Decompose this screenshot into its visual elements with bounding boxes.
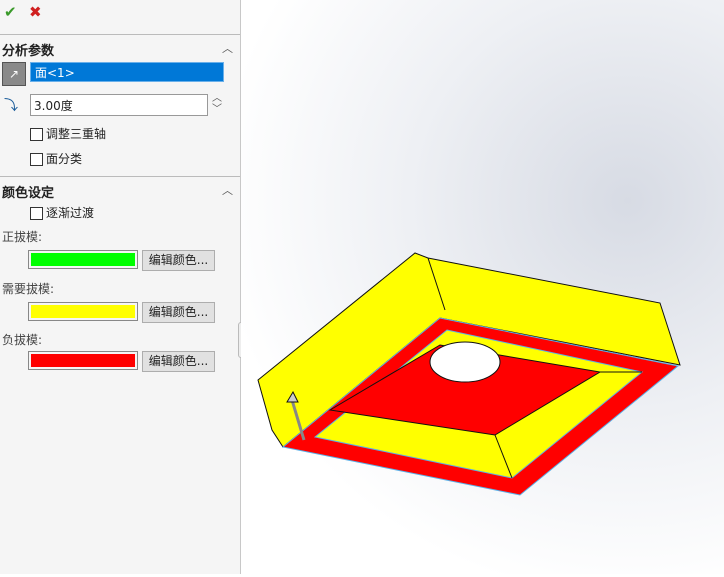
- analysis-section-title: 分析参数: [2, 44, 55, 59]
- angle-input[interactable]: 3.00度: [30, 94, 208, 116]
- face-selection-field[interactable]: 面<1>: [30, 62, 224, 82]
- edit-negative-color-button[interactable]: 编辑颜色...: [142, 351, 215, 372]
- collapse-chevron-icon[interactable]: ︿: [222, 40, 233, 56]
- adjust-triad-checkbox[interactable]: 调整三重轴: [30, 125, 106, 142]
- adjust-triad-label: 调整三重轴: [46, 127, 107, 141]
- ok-check-icon[interactable]: ✔: [4, 3, 17, 21]
- graphics-viewport[interactable]: [241, 0, 724, 574]
- angle-spinner[interactable]: ︿ ﹀: [212, 93, 222, 115]
- divider: [0, 34, 240, 35]
- requires-draft-swatch: [28, 302, 138, 321]
- property-manager: ✔ ✖ 分析参数 ︿ ↗ 面<1> ⤵ 3.00度 ︿ ﹀ 调整三重轴 面分类 颜…: [0, 0, 241, 574]
- face-classify-checkbox[interactable]: 面分类: [30, 150, 82, 167]
- positive-draft-label: 正拔模:: [2, 230, 43, 244]
- gradual-checkbox[interactable]: 逐渐过渡: [30, 204, 94, 221]
- divider: [0, 176, 240, 177]
- cancel-close-icon[interactable]: ✖: [29, 3, 42, 21]
- requires-draft-label: 需要拔模:: [2, 282, 55, 296]
- negative-draft-swatch: [28, 351, 138, 370]
- collapse-chevron-icon[interactable]: ︿: [222, 182, 233, 198]
- draft-angle-icon: ⤵: [4, 98, 18, 114]
- gradual-label: 逐渐过渡: [46, 206, 95, 220]
- color-section-title: 颜色设定: [2, 186, 55, 201]
- part-model: [257, 252, 681, 496]
- face-classify-label: 面分类: [46, 152, 83, 166]
- face-selector-arrow-icon[interactable]: ↗: [2, 62, 26, 86]
- edit-positive-color-button[interactable]: 编辑颜色...: [142, 250, 215, 271]
- positive-draft-swatch: [28, 250, 138, 269]
- negative-draft-label: 负拔模:: [2, 333, 43, 347]
- hole: [429, 341, 501, 383]
- edit-requires-color-button[interactable]: 编辑颜色...: [142, 302, 215, 323]
